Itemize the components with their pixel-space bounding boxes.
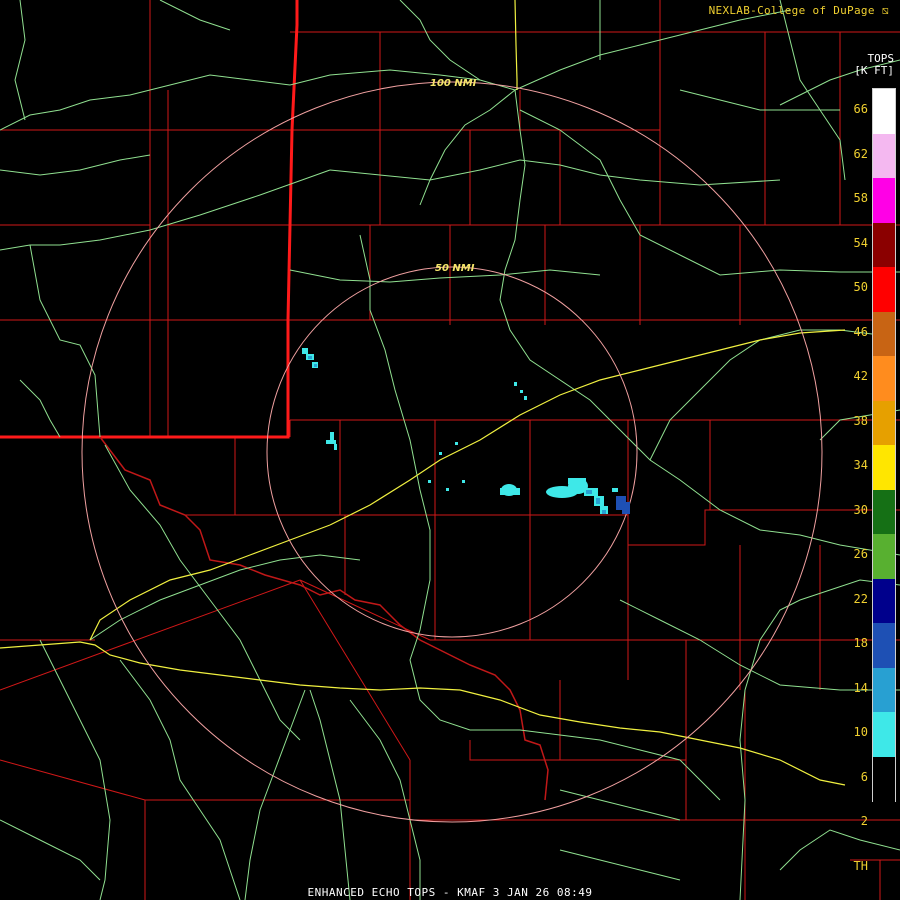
legend-tick-label: 30	[853, 502, 868, 517]
legend-tick-label: 38	[853, 413, 868, 428]
legend-tick-label: TH	[853, 858, 868, 873]
credit-label: NEXLAB-College of DuPage	[708, 4, 875, 17]
legend-title-line2: [K FT]	[854, 64, 894, 77]
legend-color-bar	[872, 88, 896, 802]
range-rings	[81, 81, 823, 823]
legend-swatch	[873, 356, 895, 401]
legend-tick-label: 22	[853, 591, 868, 606]
legend-tick-label: 34	[853, 458, 868, 472]
legend-tick-label: 66	[853, 102, 868, 116]
product-caption: ENHANCED ECHO TOPS - KMAF 3 JAN 26 08:49	[307, 886, 593, 899]
highways	[0, 0, 846, 786]
legend-swatch	[873, 267, 895, 312]
legend-title: TOPS [K FT]	[854, 53, 894, 77]
legend-tick-label: 42	[853, 369, 868, 383]
lock-icon: ⧅	[881, 4, 889, 17]
legend-swatch	[873, 712, 895, 757]
state-boundary	[0, 0, 299, 439]
legend-swatch	[873, 489, 895, 535]
legend-swatch	[873, 445, 895, 490]
range-ring-50	[266, 266, 638, 638]
legend-swatch	[873, 133, 895, 179]
legend-tick-label: 46	[853, 324, 868, 339]
legend-swatch	[873, 311, 895, 357]
legend-tick-label: 14	[853, 680, 868, 695]
legend-tick-label: 18	[853, 636, 868, 650]
legend-tick-label: 26	[853, 547, 868, 561]
legend-swatch	[873, 667, 895, 713]
legend-swatch	[873, 222, 895, 268]
legend-tick-label: 2	[860, 814, 868, 828]
credit-text: NEXLAB-College of DuPage ⧅	[709, 4, 889, 18]
legend-swatch	[873, 400, 895, 446]
legend-swatch	[873, 578, 895, 624]
legend-ticks: 66 62 58 54 50 46 42 38 34 30 26 22 18 14 10 6 2 TH	[836, 88, 870, 873]
legend-tick-label: 62	[853, 146, 868, 161]
legend-tick-label: 54	[853, 235, 868, 250]
range-ring-label-50: 50 NMI	[435, 263, 475, 274]
legend-tick-label: 6	[860, 769, 868, 784]
radar-map: 50 NMI 100 NMI	[0, 0, 900, 900]
legend-tick-label: 10	[853, 725, 868, 739]
county-lines	[0, 0, 900, 900]
echo-returns	[302, 348, 630, 514]
legend-swatch	[873, 623, 895, 668]
legend-swatch	[873, 534, 895, 579]
range-ring-label-100: 100 NMI	[430, 78, 477, 89]
legend-tick-label: 50	[853, 280, 868, 294]
legend-swatch	[873, 756, 895, 802]
range-ring-100	[81, 81, 823, 823]
legend-swatch	[873, 178, 895, 223]
legend-tick-label: 58	[853, 191, 868, 205]
legend-swatch	[873, 89, 895, 134]
